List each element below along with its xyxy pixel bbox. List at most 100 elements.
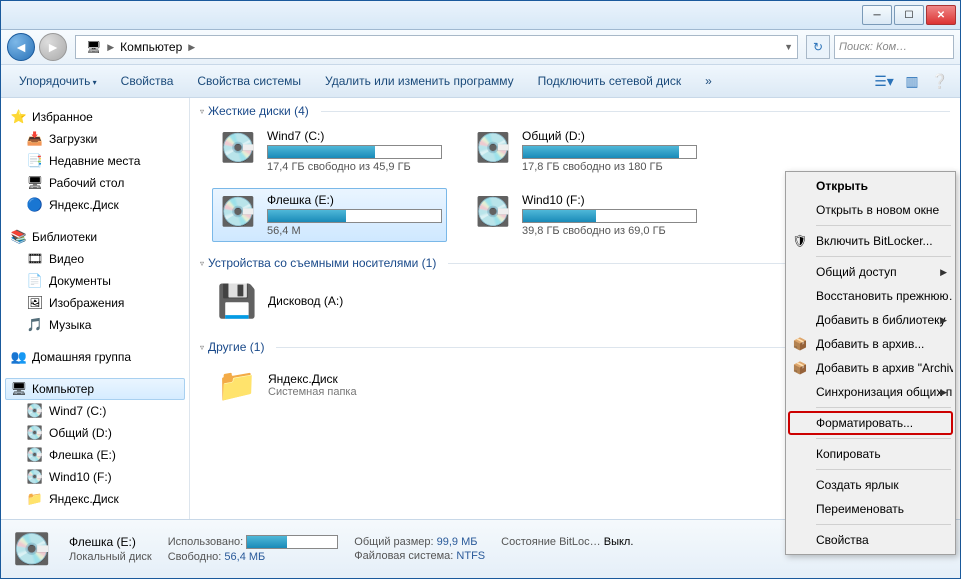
forward-button[interactable]: ► <box>39 33 67 61</box>
refresh-button[interactable]: ↻ <box>806 35 830 59</box>
archive-icon: 📦 <box>792 360 808 376</box>
drive-e[interactable]: 💽 Флешка (E:) 56,4 М <box>212 188 447 242</box>
ctx-restore[interactable]: Восстановить прежнюю… <box>788 284 953 308</box>
maximize-button[interactable]: ☐ <box>894 5 924 25</box>
drive-icon: 💽 <box>27 403 43 419</box>
close-button[interactable]: ✕ <box>926 5 956 25</box>
drive-f[interactable]: 💽 Wind10 (F:) 39,8 ГБ свободно из 69,0 Г… <box>467 188 702 242</box>
properties-button[interactable]: Свойства <box>111 70 184 92</box>
chevron-right-icon[interactable]: ▶ <box>107 42 114 53</box>
toolbar-overflow[interactable]: » <box>695 70 722 92</box>
sidebar-item-drive-c[interactable]: 💽Wind7 (C:) <box>5 400 185 422</box>
folder-icon: 📁 <box>216 364 258 406</box>
section-header-hdd[interactable]: ▿Жесткие диски (4) <box>200 104 950 118</box>
documents-icon: 📄 <box>27 273 43 289</box>
ctx-bitlocker[interactable]: 🛡Включить BitLocker... <box>788 229 953 253</box>
minimize-button[interactable]: ─ <box>862 5 892 25</box>
drive-icon: 💽 <box>217 129 259 165</box>
sidebar-item-drive-e[interactable]: 💽Флешка (E:) <box>5 444 185 466</box>
ctx-open-new-window[interactable]: Открыть в новом окне <box>788 198 953 222</box>
sidebar-libraries-header[interactable]: 📚Библиотеки <box>5 226 185 248</box>
address-bar[interactable]: 🖥 ▶ Компьютер ▶ ▼ <box>75 35 798 59</box>
crumb-computer-icon[interactable]: 🖥 <box>80 36 107 58</box>
ctx-add-archive-named[interactable]: 📦Добавить в архив "Archiv… <box>788 356 953 380</box>
collapse-icon[interactable]: ▿ <box>200 107 204 116</box>
explorer-window: ─ ☐ ✕ ◄ ► 🖥 ▶ Компьютер ▶ ▼ ↻ Поиск: Ком… <box>0 0 961 579</box>
ctx-open[interactable]: Открыть <box>788 174 953 198</box>
ctx-add-archive[interactable]: 📦Добавить в архив... <box>788 332 953 356</box>
sidebar-computer-header[interactable]: 🖥Компьютер <box>5 378 185 400</box>
sidebar-item-drive-f[interactable]: 💽Wind10 (F:) <box>5 466 185 488</box>
chevron-right-icon[interactable]: ▶ <box>188 42 195 53</box>
ctx-sync[interactable]: Синхронизация общих п…▶ <box>788 380 953 404</box>
sidebar: ⭐Избранное 📥Загрузки 📑Недавние места 🖥Ра… <box>1 98 190 519</box>
back-button[interactable]: ◄ <box>7 33 35 61</box>
ctx-properties[interactable]: Свойства <box>788 528 953 552</box>
drive-icon: 💽 <box>472 129 514 165</box>
ctx-share[interactable]: Общий доступ▶ <box>788 260 953 284</box>
ctx-format[interactable]: Форматировать... <box>788 411 953 435</box>
dropdown-icon[interactable]: ▼ <box>784 42 793 52</box>
ctx-copy[interactable]: Копировать <box>788 442 953 466</box>
system-properties-button[interactable]: Свойства системы <box>187 70 311 92</box>
sidebar-item-music[interactable]: 🎵Музыка <box>5 314 185 336</box>
shield-icon: 🛡 <box>792 233 808 249</box>
sidebar-item-yandex[interactable]: 🔵Яндекс.Диск <box>5 194 185 216</box>
crumb-computer[interactable]: Компьютер <box>114 36 188 58</box>
sidebar-favorites-header[interactable]: ⭐Избранное <box>5 106 185 128</box>
usage-bar <box>522 145 697 159</box>
status-subtitle: Локальный диск <box>69 551 152 563</box>
sidebar-item-yandex-folder[interactable]: 📁Яндекс.Диск <box>5 488 185 510</box>
downloads-icon: 📥 <box>27 131 43 147</box>
ctx-create-shortcut[interactable]: Создать ярлык <box>788 473 953 497</box>
chevron-right-icon: ▶ <box>940 267 947 278</box>
drive-icon: 💽 <box>27 469 43 485</box>
video-icon: 🎞 <box>27 251 43 267</box>
sidebar-item-documents[interactable]: 📄Документы <box>5 270 185 292</box>
drive-c[interactable]: 💽 Wind7 (C:) 17,4 ГБ свободно из 45,9 ГБ <box>212 124 447 178</box>
uninstall-button[interactable]: Удалить или изменить программу <box>315 70 524 92</box>
titlebar[interactable]: ─ ☐ ✕ <box>1 1 960 30</box>
music-icon: 🎵 <box>27 317 43 333</box>
homegroup-icon: 👥 <box>11 349 27 365</box>
ctx-rename[interactable]: Переименовать <box>788 497 953 521</box>
desktop-icon: 🖥 <box>27 175 43 191</box>
drive-icon: 💽 <box>11 531 53 567</box>
collapse-icon[interactable]: ▿ <box>200 259 204 268</box>
sidebar-item-desktop[interactable]: 🖥Рабочий стол <box>5 172 185 194</box>
view-icon[interactable]: ☰▾ <box>872 69 896 93</box>
ctx-add-library[interactable]: Добавить в библиотеку▶ <box>788 308 953 332</box>
archive-icon: 📦 <box>792 336 808 352</box>
drive-d[interactable]: 💽 Общий (D:) 17,8 ГБ свободно из 180 ГБ <box>467 124 702 178</box>
nav-bar: ◄ ► 🖥 ▶ Компьютер ▶ ▼ ↻ Поиск: Ком… <box>1 30 960 65</box>
organize-menu[interactable]: Упорядочить <box>9 70 107 92</box>
collapse-icon[interactable]: ▿ <box>200 343 204 352</box>
help-icon[interactable]: ❔ <box>928 69 952 93</box>
floppy-icon: 💾 <box>216 280 258 322</box>
drive-icon: 💽 <box>217 193 259 229</box>
drive-icon: 💽 <box>472 193 514 229</box>
sidebar-item-video[interactable]: 🎞Видео <box>5 248 185 270</box>
usage-bar <box>267 145 442 159</box>
usage-bar <box>267 209 442 223</box>
search-input[interactable]: Поиск: Ком… <box>834 35 954 59</box>
toolbar: Упорядочить Свойства Свойства системы Уд… <box>1 65 960 98</box>
usage-bar <box>522 209 697 223</box>
map-drive-button[interactable]: Подключить сетевой диск <box>528 70 691 92</box>
sidebar-item-recent[interactable]: 📑Недавние места <box>5 150 185 172</box>
chevron-right-icon: ▶ <box>940 387 947 398</box>
star-icon: ⭐ <box>11 109 27 125</box>
computer-icon: 🖥 <box>11 381 27 397</box>
context-menu: Открыть Открыть в новом окне 🛡Включить B… <box>785 171 956 555</box>
yandex-icon: 🔵 <box>27 197 43 213</box>
pictures-icon: 🖼 <box>27 295 43 311</box>
preview-pane-icon[interactable]: ▥ <box>900 69 924 93</box>
sidebar-item-drive-d[interactable]: 💽Общий (D:) <box>5 422 185 444</box>
sidebar-homegroup-header[interactable]: 👥Домашняя группа <box>5 346 185 368</box>
status-usage-bar <box>246 535 338 549</box>
drive-icon: 💽 <box>27 425 43 441</box>
sidebar-item-pictures[interactable]: 🖼Изображения <box>5 292 185 314</box>
status-title: Флешка (E:) <box>69 535 152 549</box>
recent-icon: 📑 <box>27 153 43 169</box>
sidebar-item-downloads[interactable]: 📥Загрузки <box>5 128 185 150</box>
